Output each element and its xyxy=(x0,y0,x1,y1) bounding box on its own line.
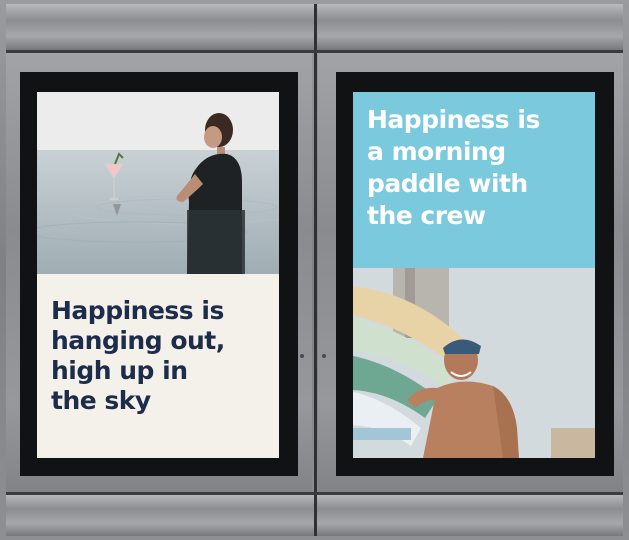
poster-left: Happiness is hanging out, high up in the… xyxy=(37,92,279,458)
poster-left-headline: Happiness is hanging out, high up in the… xyxy=(51,296,225,415)
surf-photo xyxy=(353,268,595,458)
frame-bolt xyxy=(300,354,304,358)
pool-photo xyxy=(37,92,279,274)
frame-bolt xyxy=(322,354,326,358)
pool-photo-illustration xyxy=(37,92,279,274)
poster-right-headline: Happiness is a morning paddle with the c… xyxy=(367,105,540,230)
poster-right: Happiness is a morning paddle with the c… xyxy=(353,92,595,458)
wall-seam-vertical xyxy=(314,4,317,536)
surf-photo-illustration xyxy=(353,268,595,458)
wall-seam-bottom xyxy=(6,492,623,495)
subway-wall-scene: Happiness is hanging out, high up in the… xyxy=(0,0,629,540)
